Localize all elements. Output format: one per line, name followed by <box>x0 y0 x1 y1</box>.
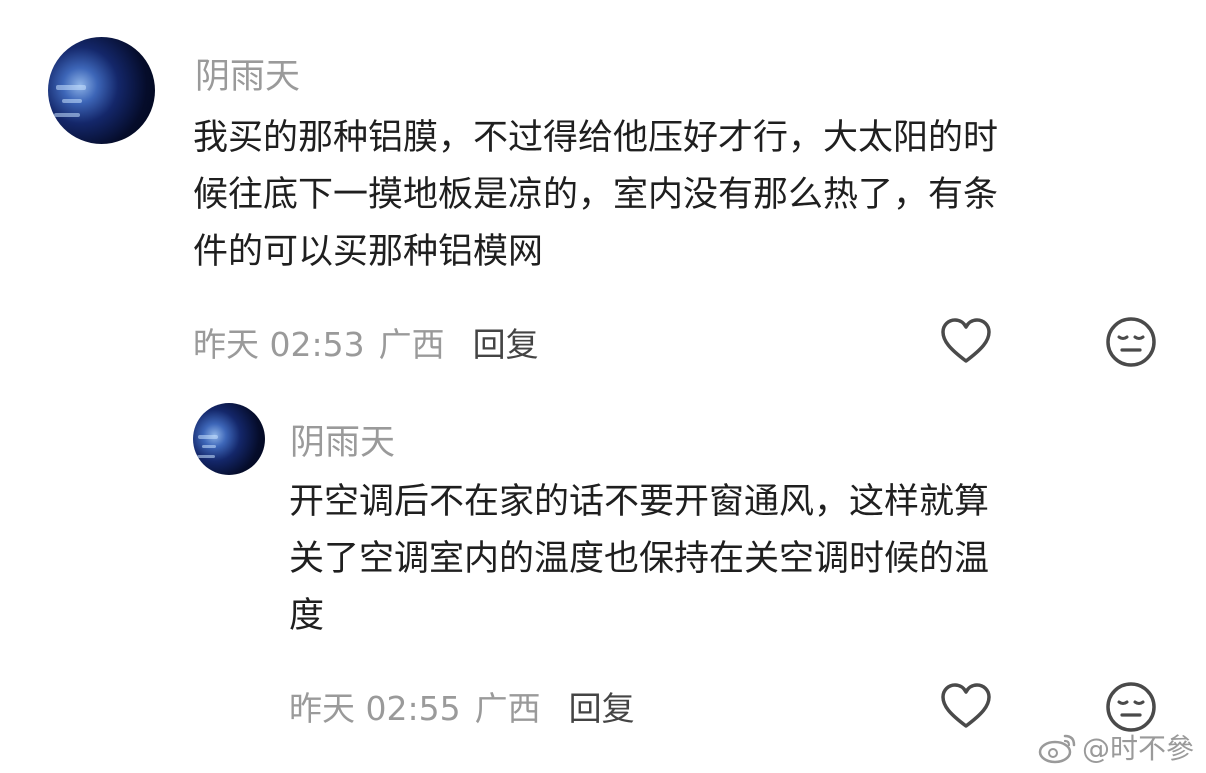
reply-button[interactable]: 回复 <box>473 318 539 366</box>
username[interactable]: 阴雨天 <box>195 48 300 99</box>
comment-line: 件的可以买那种铝模网 <box>193 232 544 272</box>
avatar[interactable] <box>193 403 265 475</box>
reply-button[interactable]: 回复 <box>569 682 635 730</box>
comment-line: 候往底下一摸地板是凉的，室内没有那么热了，有条 <box>193 175 999 215</box>
like-heart-icon[interactable] <box>940 317 992 365</box>
comment-meta: 昨天 02:55 广西 回复 <box>289 682 635 730</box>
dislike-face-icon[interactable] <box>1105 316 1157 368</box>
comment-text: 我买的那种铝膜，不过得给他压好才行，大太阳的时 候往底下一摸地板是凉的，室内没有… <box>193 110 1163 281</box>
comment-line: 关了空调室内的温度也保持在关空调时候的温 <box>289 539 990 579</box>
comment-line: 度 <box>289 596 325 636</box>
comment-time: 昨天 02:55 <box>289 689 461 728</box>
reply-comment-item: 阴雨天 开空调后不在家的话不要开窗通风，这样就算 关了空调室内的温度也保持在关空… <box>0 380 1206 773</box>
weibo-logo-icon <box>1038 730 1078 764</box>
comment-location: 广西 <box>474 689 541 728</box>
weibo-watermark: @时不參 <box>1038 727 1194 767</box>
avatar[interactable] <box>48 37 155 144</box>
comment-item: 阴雨天 我买的那种铝膜，不过得给他压好才行，大太阳的时 候往底下一摸地板是凉的，… <box>0 0 1206 380</box>
watermark-handle: @时不參 <box>1081 732 1194 765</box>
comment-text: 开空调后不在家的话不要开窗通风，这样就算 关了空调室内的温度也保持在关空调时候的… <box>289 474 1169 645</box>
comment-line: 开空调后不在家的话不要开窗通风，这样就算 <box>289 482 990 522</box>
comment-location: 广西 <box>378 325 445 364</box>
dislike-face-icon[interactable] <box>1105 681 1157 733</box>
comment-line: 我买的那种铝膜，不过得给他压好才行，大太阳的时 <box>193 118 999 158</box>
comment-meta: 昨天 02:53 广西 回复 <box>193 318 539 366</box>
username[interactable]: 阴雨天 <box>290 414 395 465</box>
comment-time: 昨天 02:53 <box>193 325 365 364</box>
like-heart-icon[interactable] <box>940 682 992 730</box>
